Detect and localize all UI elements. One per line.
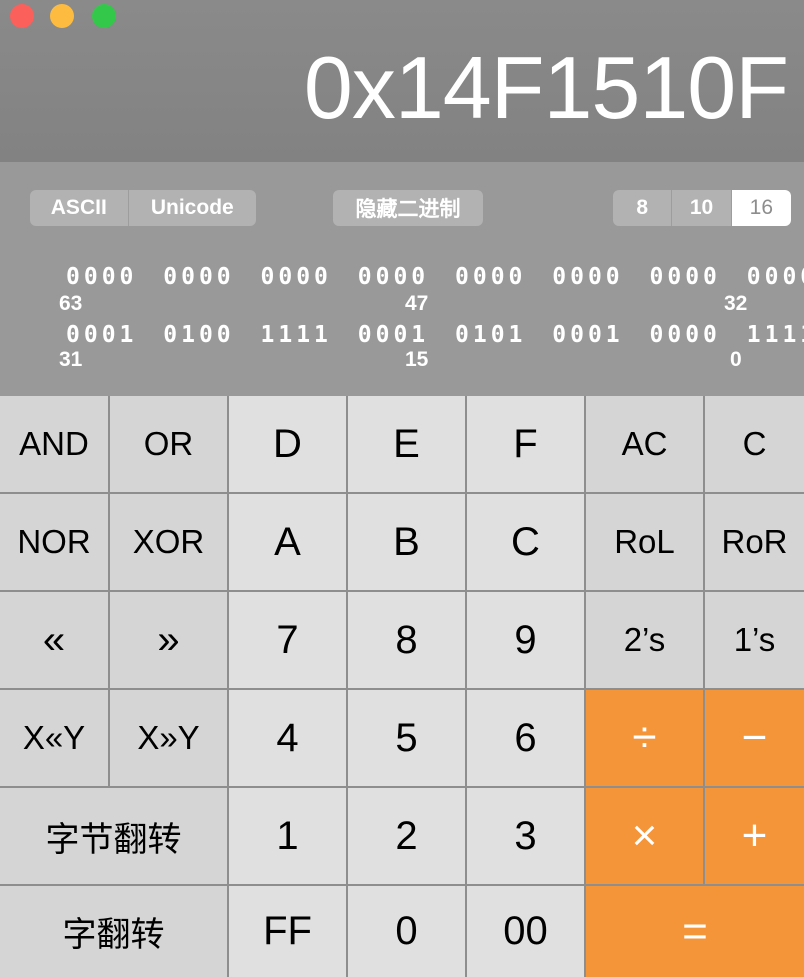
bit-group[interactable]: 0101 [455, 322, 526, 348]
two-key[interactable]: 2 [348, 788, 465, 884]
five-key[interactable]: 5 [348, 690, 465, 786]
equals-key[interactable]: = [586, 886, 804, 977]
twos-complement-key[interactable]: 2’s [586, 592, 703, 688]
bit-index-47: 47 [405, 292, 429, 315]
control-panel: ASCII Unicode 隐藏二进制 8 10 16 0000 0000 00… [0, 162, 804, 396]
three-key[interactable]: 3 [467, 788, 584, 884]
bit-index-32: 32 [724, 292, 748, 315]
binary-row-low: 0001 0100 1111 0001 0101 0001 0000 1111 [66, 322, 804, 348]
shift-right-key[interactable]: » [110, 592, 227, 688]
four-key[interactable]: 4 [229, 690, 346, 786]
bit-group[interactable]: 0001 [552, 322, 623, 348]
bit-group[interactable]: 0000 [66, 264, 137, 290]
bit-index-63: 63 [59, 292, 83, 315]
ac-key[interactable]: AC [586, 396, 703, 492]
x-shift-left-y-key[interactable]: X«Y [0, 690, 108, 786]
f-key[interactable]: F [467, 396, 584, 492]
display-value: 0x14F1510F [303, 38, 789, 137]
hide-binary-button[interactable]: 隐藏二进制 [333, 190, 483, 226]
divide-key[interactable]: ÷ [586, 690, 703, 786]
byte-flip-key[interactable]: 字节翻转 [0, 788, 227, 884]
maximize-window-button[interactable] [92, 4, 116, 28]
word-flip-key[interactable]: 字翻转 [0, 886, 227, 977]
bit-group[interactable]: 0000 [552, 264, 623, 290]
bit-group[interactable]: 0000 [261, 264, 332, 290]
plus-key[interactable]: + [705, 788, 804, 884]
one-key[interactable]: 1 [229, 788, 346, 884]
double-zero-key[interactable]: 00 [467, 886, 584, 977]
base-8-button[interactable]: 8 [613, 190, 673, 226]
ascii-button[interactable]: ASCII [30, 190, 129, 226]
nine-key[interactable]: 9 [467, 592, 584, 688]
shift-left-key[interactable]: « [0, 592, 108, 688]
ror-key[interactable]: RoR [705, 494, 804, 590]
x-shift-right-y-key[interactable]: X»Y [110, 690, 227, 786]
and-key[interactable]: AND [0, 396, 108, 492]
seven-key[interactable]: 7 [229, 592, 346, 688]
nor-key[interactable]: NOR [0, 494, 108, 590]
or-key[interactable]: OR [110, 396, 227, 492]
d-key[interactable]: D [229, 396, 346, 492]
bit-group[interactable]: 0000 [358, 264, 429, 290]
a-key[interactable]: A [229, 494, 346, 590]
b-key[interactable]: B [348, 494, 465, 590]
bit-group[interactable]: 0000 [650, 264, 721, 290]
c-clear-key[interactable]: C [705, 396, 804, 492]
e-key[interactable]: E [348, 396, 465, 492]
bit-index-31: 31 [59, 348, 83, 371]
rol-key[interactable]: RoL [586, 494, 703, 590]
keypad: AND OR D E F AC C NOR XOR A B C RoL RoR … [0, 396, 804, 977]
unicode-button[interactable]: Unicode [128, 190, 256, 226]
bit-group[interactable]: 1111 [261, 322, 332, 348]
bit-index-15: 15 [405, 348, 429, 371]
base-10-button[interactable]: 10 [672, 190, 732, 226]
bit-group[interactable]: 0001 [358, 322, 429, 348]
encoding-segmented-control: ASCII Unicode [30, 190, 256, 226]
c-hex-key[interactable]: C [467, 494, 584, 590]
close-window-button[interactable] [10, 4, 34, 28]
eight-key[interactable]: 8 [348, 592, 465, 688]
binary-row-high: 0000 0000 0000 0000 0000 0000 0000 0000 [66, 264, 804, 290]
base-segmented-control: 8 10 16 [613, 190, 791, 226]
base-16-button[interactable]: 16 [731, 190, 791, 226]
bit-group[interactable]: 0000 [163, 264, 234, 290]
ones-complement-key[interactable]: 1’s [705, 592, 804, 688]
bit-group[interactable]: 1111 [747, 322, 804, 348]
xor-key[interactable]: XOR [110, 494, 227, 590]
bit-group[interactable]: 0000 [455, 264, 526, 290]
minimize-window-button[interactable] [50, 4, 74, 28]
minus-key[interactable]: − [705, 690, 804, 786]
bit-group[interactable]: 0100 [163, 322, 234, 348]
zero-key[interactable]: 0 [348, 886, 465, 977]
multiply-key[interactable]: × [586, 788, 703, 884]
bit-index-0: 0 [730, 348, 742, 371]
ff-key[interactable]: FF [229, 886, 346, 977]
bit-group[interactable]: 0000 [747, 264, 804, 290]
display-area: 0x14F1510F [0, 0, 804, 162]
six-key[interactable]: 6 [467, 690, 584, 786]
bit-group[interactable]: 0001 [66, 322, 137, 348]
bit-group[interactable]: 0000 [650, 322, 721, 348]
